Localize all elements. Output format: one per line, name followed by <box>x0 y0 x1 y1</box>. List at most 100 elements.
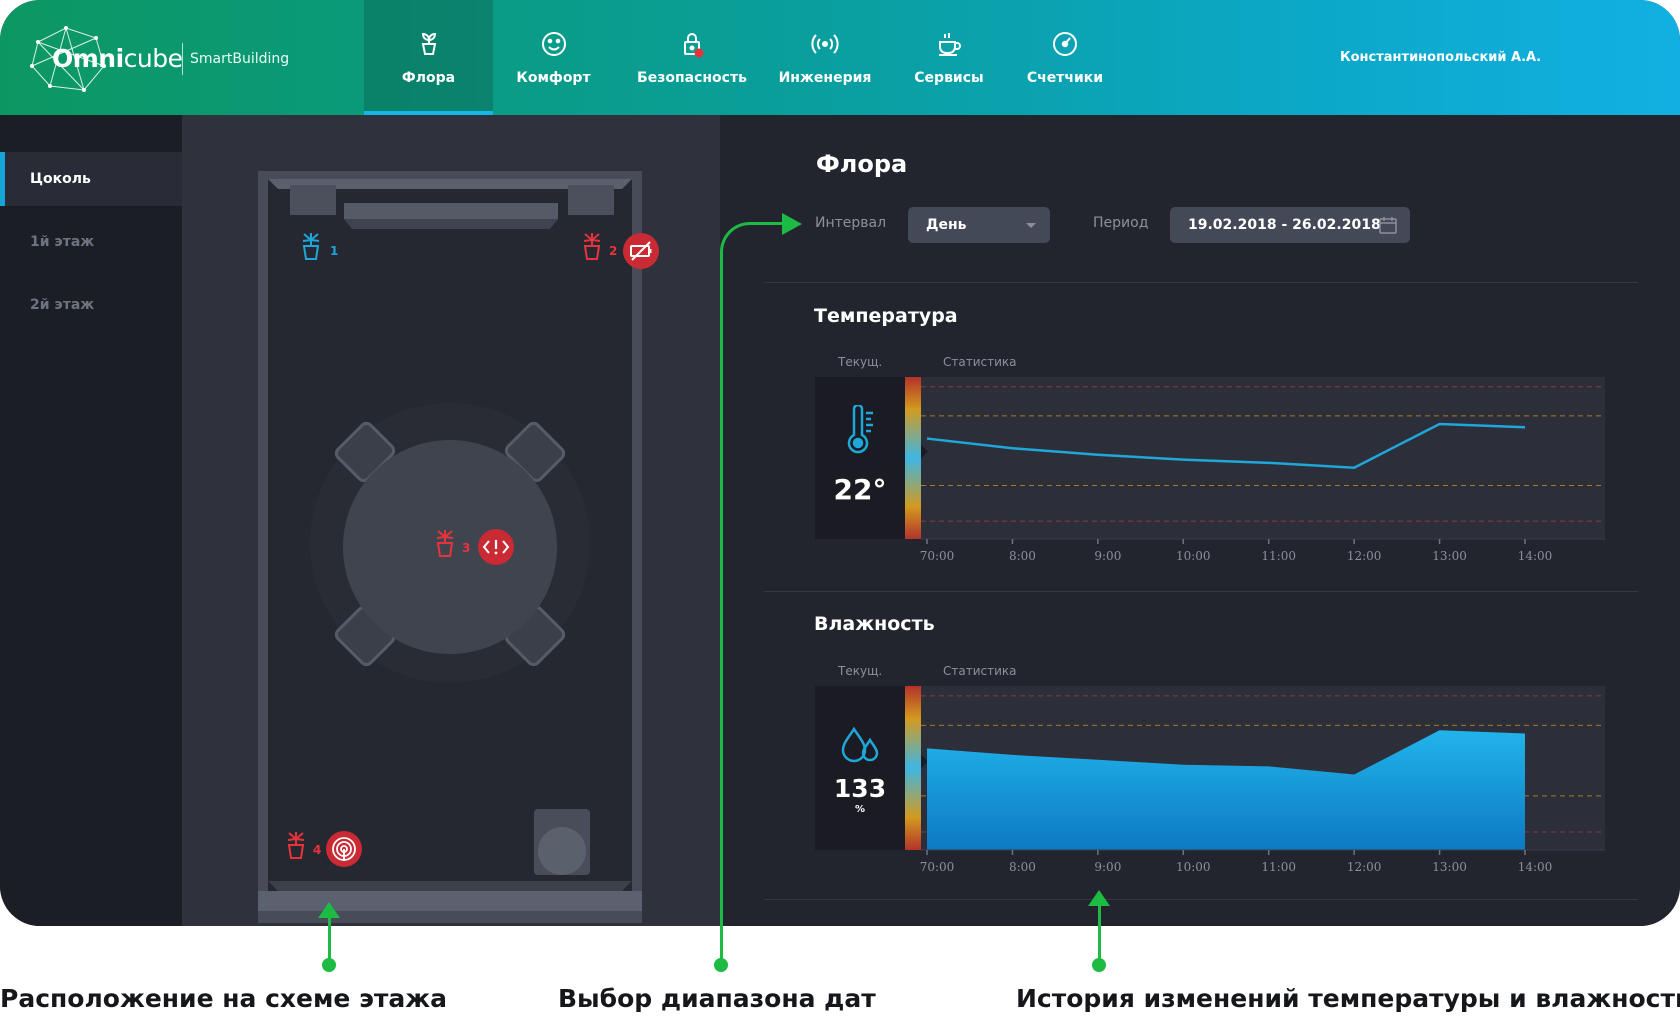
interval-select[interactable]: День <box>908 207 1050 243</box>
calendar-icon <box>1379 217 1397 234</box>
temperature-stats-label: Статистика <box>943 355 1017 369</box>
x-tick-label: 9:00 <box>1094 860 1121 874</box>
nav-tab-services[interactable]: Сервисы <box>900 0 998 115</box>
x-tick-label: 10:00 <box>1176 860 1211 874</box>
nav-label: Счетчики <box>1026 70 1104 86</box>
x-tick-label: 11:00 <box>1261 549 1296 563</box>
chevron-down-icon <box>1026 223 1036 228</box>
floor-item-first[interactable]: 1й этаж <box>0 215 182 269</box>
arrow-up-icon <box>1088 890 1110 906</box>
interval-value: День <box>926 217 967 233</box>
x-tick-label: 12:00 <box>1347 860 1382 874</box>
humidity-chart[interactable]: 70:00 8:00 9:00 10:00 11:00 12:00 13:00 14:00 <box>905 686 1605 886</box>
gauge-icon <box>1053 32 1077 56</box>
wireless-signal-icon[interactable] <box>325 830 363 868</box>
floor-plan[interactable]: 1 2 3 4 <box>182 115 720 926</box>
arrow-right-icon <box>782 213 802 235</box>
humidity-unit: % <box>854 804 866 815</box>
temperature-chart-svg: 70:00 8:00 9:00 10:00 11:00 12:00 13:00 14:00 <box>905 377 1605 563</box>
humidity-title: Влажность <box>814 613 935 635</box>
smiley-icon <box>541 32 566 56</box>
x-tick-label: 10:00 <box>1176 549 1211 563</box>
user-name[interactable]: Константинопольский А.А. <box>1340 50 1541 65</box>
temperature-value: 22° <box>833 473 887 506</box>
plant-icon <box>421 32 436 55</box>
brand-subtitle: SmartBuilding <box>190 51 290 67</box>
nav-label: Флора <box>401 70 456 86</box>
nav-label: Комфорт <box>516 70 591 86</box>
humidity-current-panel: 133 % <box>815 686 905 850</box>
main-content: Флора Интервал День Период 19.02.2018 - … <box>720 115 1680 926</box>
humidity-stats-label: Статистика <box>943 664 1017 678</box>
annotation-connector <box>720 252 723 964</box>
x-tick-label: 70:00 <box>920 549 955 563</box>
divider <box>764 899 1638 900</box>
plant-number: 3 <box>462 541 471 555</box>
nav-label: Безопасность <box>637 70 747 86</box>
nav-label: Сервисы <box>914 70 984 86</box>
plant-icon <box>583 233 601 260</box>
humidity-current-label: Текущ. <box>838 664 883 678</box>
water-drops-icon <box>841 726 879 763</box>
nav-tab-comfort[interactable]: Комфорт <box>500 0 607 115</box>
temperature-current-panel: 22° <box>815 377 905 539</box>
thermometer-icon <box>847 405 873 454</box>
humidity-value: 133 <box>833 774 887 803</box>
chart-color-scale <box>905 377 921 539</box>
x-tick-label: 12:00 <box>1347 549 1382 563</box>
x-tick-label: 14:00 <box>1518 860 1553 874</box>
top-header: Omnicube SmartBuilding Флора Комфорт Без… <box>0 0 1680 115</box>
plant-icon <box>287 832 305 859</box>
arrow-up-icon <box>318 902 340 918</box>
plant-number: 1 <box>330 244 339 258</box>
temperature-title: Температура <box>814 305 958 327</box>
x-tick-label: 13:00 <box>1432 549 1467 563</box>
plant-icon <box>436 530 454 557</box>
coffee-cup-icon <box>939 33 961 56</box>
page-title: Флора <box>816 150 908 178</box>
x-tick-label: 8:00 <box>1009 860 1036 874</box>
x-tick-label: 8:00 <box>1009 549 1036 563</box>
nav-label: Инженерия <box>778 70 872 86</box>
x-tick-label: 11:00 <box>1261 860 1296 874</box>
interval-label: Интервал <box>815 215 887 231</box>
app-window: Omnicube SmartBuilding Флора Комфорт Без… <box>0 0 1680 926</box>
period-label: Период <box>1093 215 1149 231</box>
brand-divider <box>182 43 183 75</box>
x-tick-label: 70:00 <box>920 860 955 874</box>
floor-item-basement[interactable]: Цоколь <box>0 152 182 206</box>
chart-color-scale <box>905 686 921 850</box>
x-tick-label: 9:00 <box>1094 549 1121 563</box>
no-battery-icon[interactable] <box>622 232 660 270</box>
period-date-picker[interactable]: 19.02.2018 - 26.02.2018 <box>1170 207 1410 243</box>
plant-icon <box>302 233 320 260</box>
divider <box>764 282 1638 283</box>
brand-name: Omnicube <box>52 44 183 73</box>
annotation-dot <box>714 958 728 972</box>
floor-item-second[interactable]: 2й этаж <box>0 278 182 332</box>
nav-tab-security[interactable]: Безопасность <box>628 0 756 115</box>
temperature-current-label: Текущ. <box>838 355 883 369</box>
lock-icon <box>684 33 704 58</box>
code-alert-icon[interactable] <box>477 528 515 566</box>
signal-icon <box>811 34 839 54</box>
nav-tab-flora[interactable]: Флора <box>364 0 493 115</box>
x-tick-label: 14:00 <box>1518 549 1553 563</box>
floor-sidebar: Цоколь 1й этаж 2й этаж <box>0 115 182 926</box>
annotation-dates-label: Выбор диапазона дат <box>558 984 876 1013</box>
x-tick-label: 13:00 <box>1432 860 1467 874</box>
plant-number: 4 <box>313 843 322 857</box>
annotation-connector <box>1098 904 1101 964</box>
annotation-dot <box>1092 958 1106 972</box>
annotation-plan-label: Расположение на схеме этажа <box>0 984 447 1013</box>
nav-tab-meters[interactable]: Счетчики <box>1018 0 1112 115</box>
annotation-history-label: История изменений температуры и влажност… <box>1016 984 1680 1013</box>
divider <box>764 591 1638 592</box>
annotation-dot <box>322 958 336 972</box>
humidity-chart-svg: 70:00 8:00 9:00 10:00 11:00 12:00 13:00 14:00 <box>905 686 1605 874</box>
temperature-chart[interactable]: 70:00 8:00 9:00 10:00 11:00 12:00 13:00 14:00 <box>905 377 1605 577</box>
annotation-connector <box>328 910 331 964</box>
chart-plot-area <box>921 377 1605 539</box>
nav-tab-engineering[interactable]: Инженерия <box>770 0 880 115</box>
period-value: 19.02.2018 - 26.02.2018 <box>1188 217 1381 233</box>
